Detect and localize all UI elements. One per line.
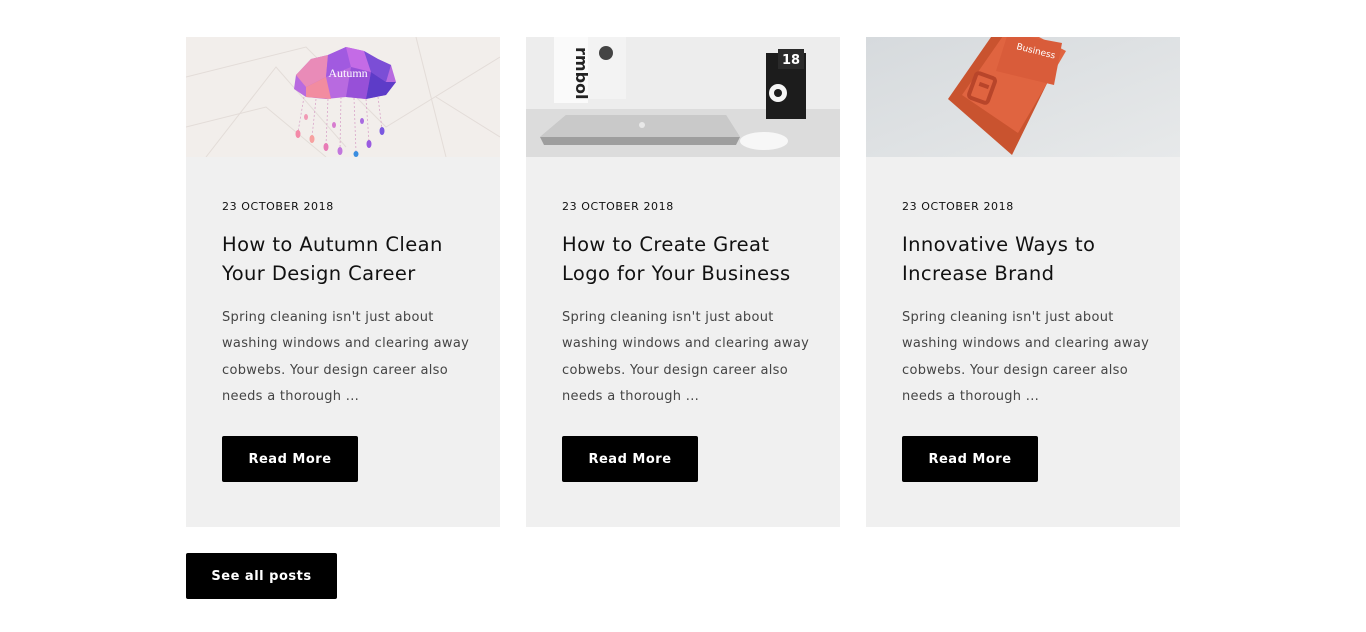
autumn-cloud-illustration: Autumn — [186, 37, 500, 157]
post-card: Autumn 23 OCTOBER 2018 How to Autumn Cle… — [186, 37, 500, 527]
svg-text:rmbol: rmbol — [572, 47, 591, 100]
post-body: 23 OCTOBER 2018 How to Create Great Logo… — [526, 200, 840, 411]
read-more-button[interactable]: Read More — [902, 436, 1038, 482]
post-title[interactable]: How to Autumn Clean Your Design Career — [222, 230, 464, 288]
svg-text:18: 18 — [782, 53, 800, 68]
post-excerpt: Spring cleaning isn't just about washing… — [902, 310, 1150, 405]
post-body: 23 OCTOBER 2018 Innovative Ways to Incre… — [866, 200, 1180, 411]
post-date: 23 OCTOBER 2018 — [562, 200, 674, 213]
post-title[interactable]: How to Create Great Logo for Your Busine… — [562, 230, 804, 288]
post-excerpt: Spring cleaning isn't just about washing… — [222, 310, 470, 405]
post-card: Business 23 OCTOBER 2018 Innovative Ways… — [866, 37, 1180, 527]
post-body: 23 OCTOBER 2018 How to Autumn Clean Your… — [186, 200, 500, 411]
blog-posts-grid: Autumn 23 OCTOBER 2018 How to Autumn Cle… — [186, 37, 1180, 527]
post-date: 23 OCTOBER 2018 — [222, 200, 334, 213]
business-cards-photo: Business — [866, 37, 1180, 157]
svg-text:Autumn: Autumn — [328, 66, 367, 80]
post-date: 23 OCTOBER 2018 — [902, 200, 1014, 213]
laptop-desk-photo: rmbol 18 — [526, 37, 840, 157]
post-thumbnail-business-cards[interactable]: Business — [866, 37, 1180, 157]
post-title[interactable]: Innovative Ways to Increase Brand — [902, 230, 1144, 288]
read-more-button[interactable]: Read More — [562, 436, 698, 482]
post-thumbnail-autumn[interactable]: Autumn — [186, 37, 500, 157]
read-more-button[interactable]: Read More — [222, 436, 358, 482]
see-all-posts-button[interactable]: See all posts — [186, 553, 337, 599]
post-thumbnail-laptop[interactable]: rmbol 18 — [526, 37, 840, 157]
post-excerpt: Spring cleaning isn't just about washing… — [562, 310, 810, 405]
post-card: rmbol 18 23 OCTOBER 2018 How to Create G… — [526, 37, 840, 527]
